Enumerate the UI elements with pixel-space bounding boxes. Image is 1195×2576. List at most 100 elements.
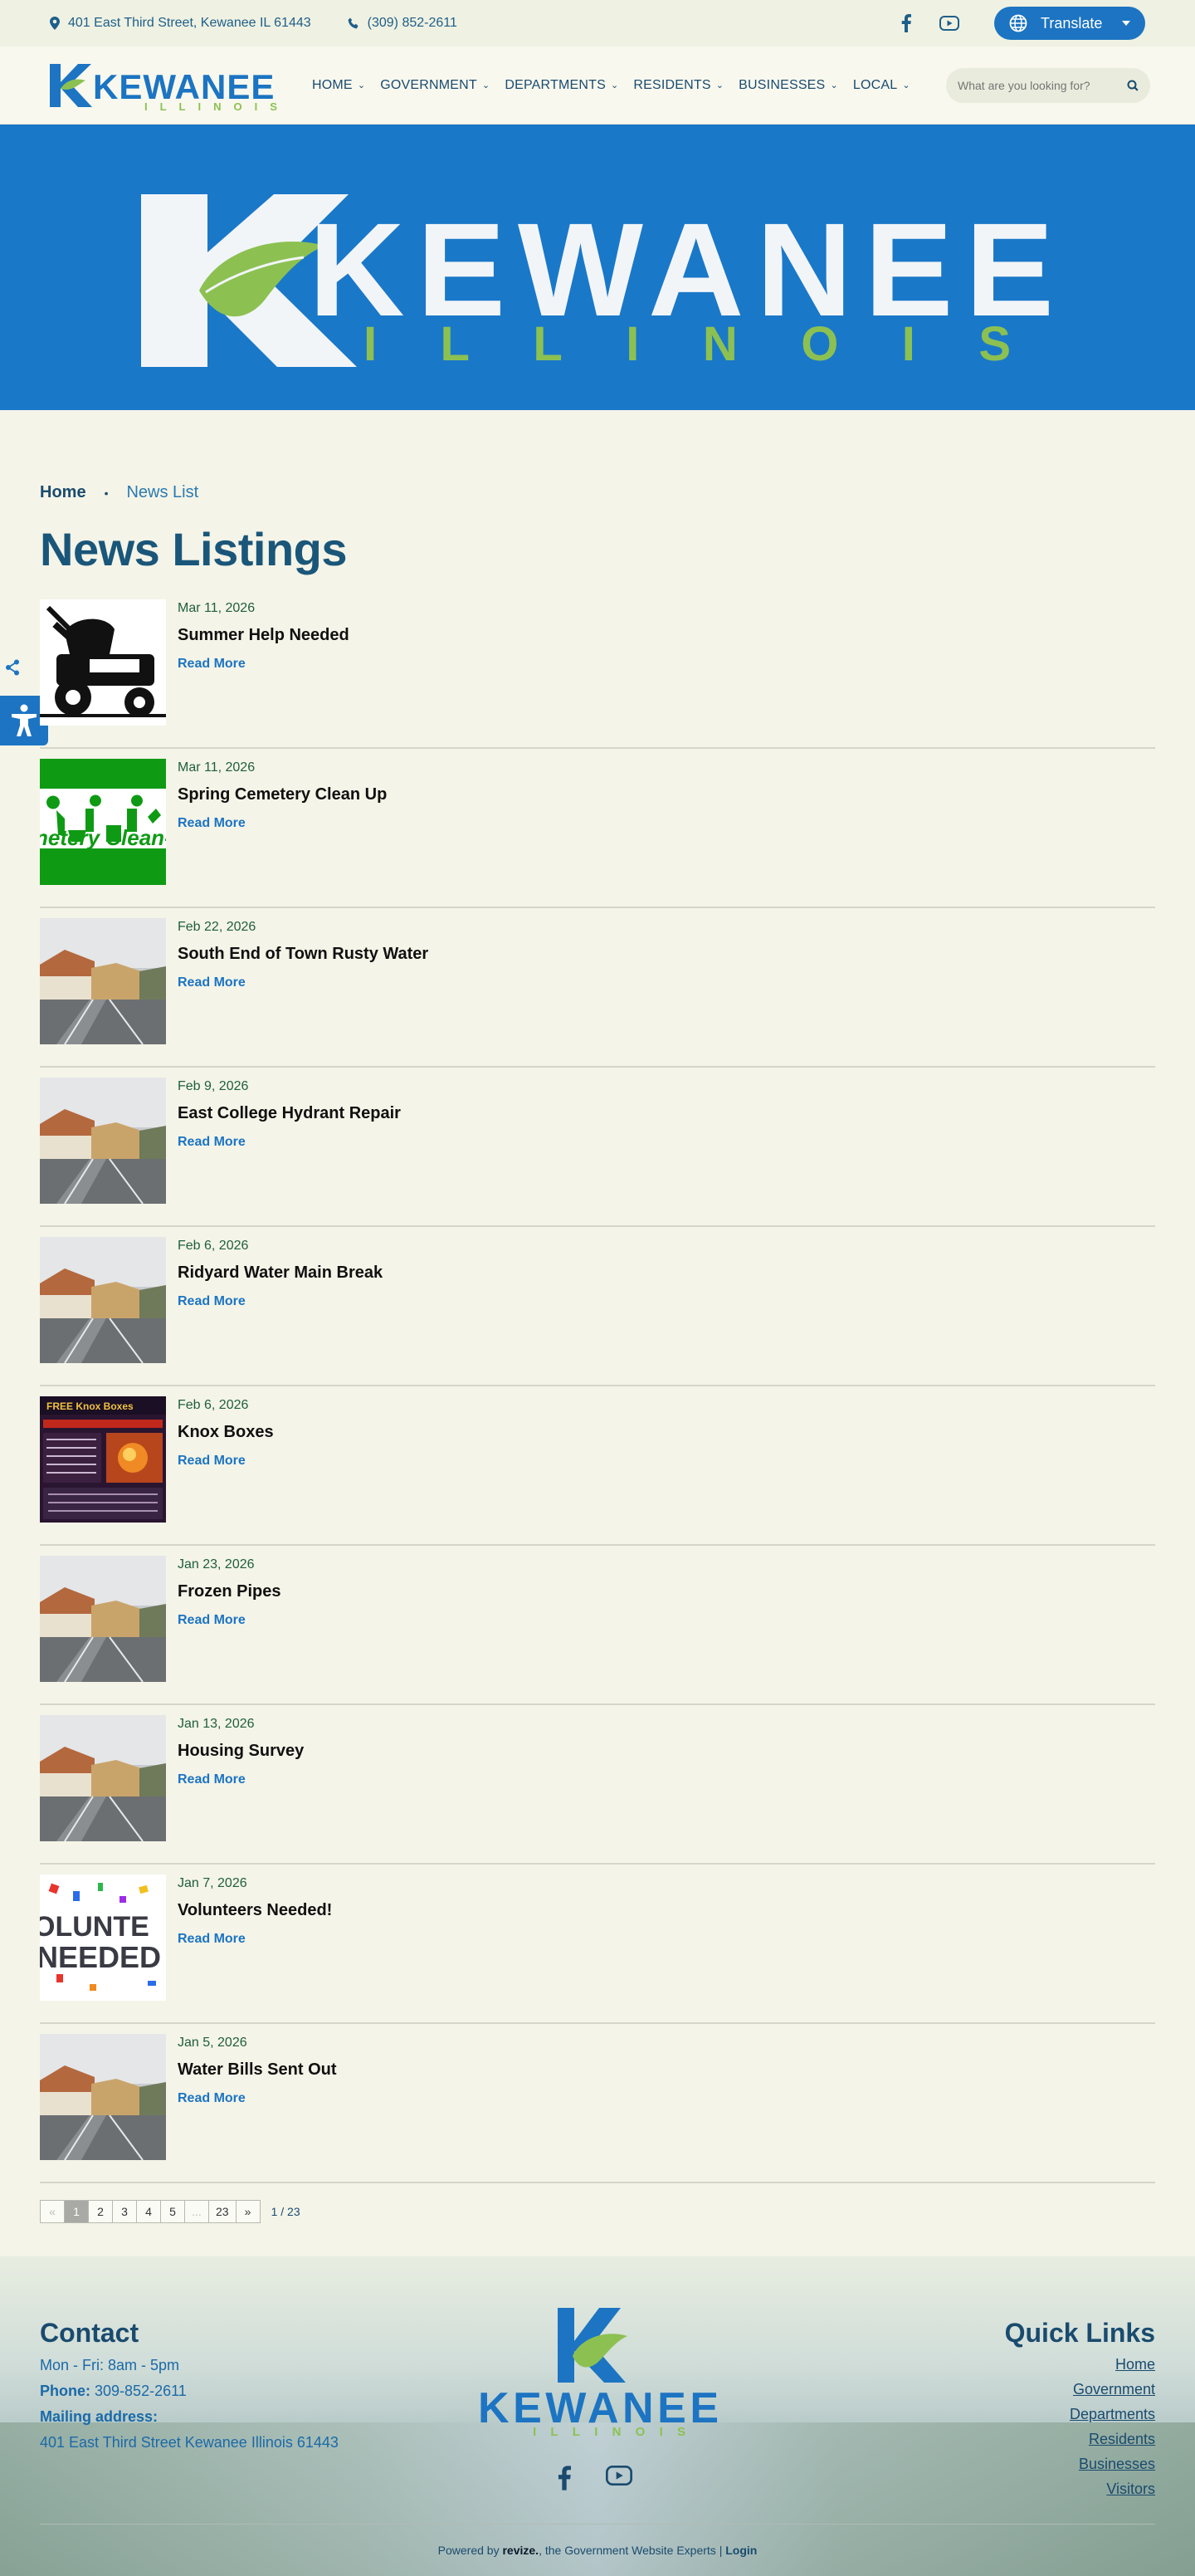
volunteers-image: OLUNTE NEEDED bbox=[40, 1875, 166, 2001]
pagination-ellipsis: ... bbox=[184, 2200, 209, 2223]
phone-link[interactable]: (309) 852-2611 bbox=[348, 16, 457, 31]
mailing-label-line: Mailing address: bbox=[40, 2408, 339, 2426]
news-date: Mar 11, 2026 bbox=[178, 601, 256, 615]
read-more-link[interactable]: Read More bbox=[178, 1294, 246, 1309]
volunteers-thumb-text-1: OLUNTE bbox=[40, 1911, 149, 1943]
footer-logo[interactable]: KEWANEE ILLINOIS bbox=[478, 2305, 719, 2437]
pagination-page[interactable]: 23 bbox=[208, 2200, 237, 2223]
news-thumbnail-cemetery[interactable]: netery Clean- bbox=[40, 759, 166, 885]
street-photo bbox=[40, 1715, 166, 1841]
nav-home[interactable]: HOME ⌄ bbox=[312, 78, 365, 93]
read-more-link[interactable]: Read More bbox=[178, 975, 246, 990]
pagination-page[interactable]: 1 bbox=[64, 2200, 89, 2223]
breadcrumb-home[interactable]: Home bbox=[40, 483, 86, 502]
news-title[interactable]: Housing Survey bbox=[178, 1742, 304, 1761]
read-more-link[interactable]: Read More bbox=[178, 816, 246, 831]
share-tab[interactable] bbox=[0, 648, 25, 687]
read-more-link[interactable]: Read More bbox=[178, 2091, 246, 2106]
quick-link-visitors[interactable]: Visitors bbox=[1005, 2481, 1155, 2498]
powered-brand[interactable]: revize. bbox=[502, 2544, 539, 2557]
news-title[interactable]: Ridyard Water Main Break bbox=[178, 1264, 383, 1283]
nav-local[interactable]: LOCAL ⌄ bbox=[853, 78, 910, 93]
news-thumbnail-volunteers[interactable]: OLUNTE NEEDED bbox=[40, 1875, 166, 2001]
read-more-link[interactable]: Read More bbox=[178, 657, 246, 672]
news-thumbnail-knox[interactable]: FREE Knox Boxes bbox=[40, 1396, 166, 1523]
quick-link-departments[interactable]: Departments bbox=[1005, 2406, 1155, 2423]
news-title[interactable]: South End of Town Rusty Water bbox=[178, 945, 428, 964]
powered-prefix: Powered by bbox=[437, 2544, 500, 2557]
accessibility-icon bbox=[12, 704, 37, 736]
nav-businesses[interactable]: BUSINESSES ⌄ bbox=[739, 78, 838, 93]
news-thumbnail-street[interactable] bbox=[40, 918, 166, 1044]
quick-link-government[interactable]: Government bbox=[1005, 2381, 1155, 2398]
translate-button[interactable]: Translate bbox=[994, 7, 1145, 40]
pagination-page[interactable]: 4 bbox=[136, 2200, 161, 2223]
read-more-link[interactable]: Read More bbox=[178, 1772, 246, 1787]
youtube-icon[interactable] bbox=[606, 2466, 632, 2486]
news-thumbnail-mower[interactable] bbox=[40, 599, 166, 726]
pagination-prev[interactable]: « bbox=[40, 2200, 65, 2223]
footer-divider bbox=[40, 2524, 1155, 2525]
nav-label: HOME bbox=[312, 77, 353, 92]
pagination-page[interactable]: 5 bbox=[160, 2200, 185, 2223]
street-photo bbox=[40, 1078, 166, 1204]
share-icon bbox=[6, 659, 19, 676]
lawn-mower-image bbox=[40, 599, 166, 726]
search-input[interactable] bbox=[958, 78, 1127, 92]
breadcrumb: Home • News List bbox=[40, 483, 1155, 502]
quick-link-home[interactable]: Home bbox=[1005, 2356, 1155, 2373]
news-thumbnail-street[interactable] bbox=[40, 1237, 166, 1363]
read-more-link[interactable]: Read More bbox=[178, 1135, 246, 1150]
nav-residents[interactable]: RESIDENTS ⌄ bbox=[633, 78, 724, 93]
read-more-link[interactable]: Read More bbox=[178, 1613, 246, 1628]
mailing-address: 401 East Third Street Kewanee Illinois 6… bbox=[40, 2434, 339, 2451]
news-title[interactable]: Knox Boxes bbox=[178, 1423, 274, 1442]
phone-label: Phone: bbox=[40, 2383, 90, 2399]
footer-contact: Contact Mon - Fri: 8am - 5pm Phone: 309-… bbox=[40, 2318, 339, 2451]
news-title[interactable]: Spring Cemetery Clean Up bbox=[178, 785, 387, 804]
pagination-next[interactable]: » bbox=[235, 2200, 261, 2223]
news-thumbnail-street[interactable] bbox=[40, 1715, 166, 1841]
youtube-icon[interactable] bbox=[939, 16, 959, 31]
news-title[interactable]: East College Hydrant Repair bbox=[178, 1104, 401, 1123]
news-thumbnail-street[interactable] bbox=[40, 2034, 166, 2160]
site-logo[interactable]: KEWANEE ILLINOIS bbox=[45, 59, 282, 112]
search-icon[interactable] bbox=[1127, 80, 1139, 91]
read-more-link[interactable]: Read More bbox=[178, 1932, 246, 1947]
news-date: Jan 23, 2026 bbox=[178, 1557, 255, 1572]
main-content: Home • News List News Listings Mar 11, 2… bbox=[0, 483, 1195, 2223]
banner-logo: KEWANEE ILLINOIS bbox=[141, 194, 1054, 367]
pagination-page[interactable]: 3 bbox=[112, 2200, 137, 2223]
nav-departments[interactable]: DEPARTMENTS ⌄ bbox=[505, 78, 618, 93]
news-title[interactable]: Water Bills Sent Out bbox=[178, 2060, 337, 2080]
news-item: Jan 5, 2026 Water Bills Sent Out Read Mo… bbox=[40, 2024, 1155, 2183]
news-item: Feb 9, 2026 East College Hydrant Repair … bbox=[40, 1068, 1155, 1227]
quick-link-businesses[interactable]: Businesses bbox=[1005, 2456, 1155, 2473]
news-thumbnail-street[interactable] bbox=[40, 1556, 166, 1682]
quick-link-residents[interactable]: Residents bbox=[1005, 2431, 1155, 2448]
news-title[interactable]: Summer Help Needed bbox=[178, 626, 349, 645]
translate-label: Translate bbox=[1041, 14, 1103, 32]
cemetery-cleanup-image: netery Clean- bbox=[40, 759, 166, 885]
phone-icon bbox=[348, 17, 358, 29]
news-date: Mar 11, 2026 bbox=[178, 760, 256, 775]
pagination-page[interactable]: 2 bbox=[88, 2200, 113, 2223]
address-link[interactable]: 401 East Third Street, Kewanee IL 61443 bbox=[50, 16, 311, 31]
nav-government[interactable]: GOVERNMENT ⌄ bbox=[380, 78, 490, 93]
caret-down-icon bbox=[1122, 21, 1130, 26]
news-title[interactable]: Frozen Pipes bbox=[178, 1582, 280, 1601]
footer-logo-sub: ILLINOIS bbox=[533, 2425, 699, 2437]
top-bar: 401 East Third Street, Kewanee IL 61443 … bbox=[0, 0, 1195, 46]
banner-logo-sub: ILLINOIS bbox=[363, 317, 1044, 367]
nav-label: LOCAL bbox=[852, 77, 898, 92]
read-more-link[interactable]: Read More bbox=[178, 1454, 246, 1469]
chevron-down-icon: ⌄ bbox=[902, 81, 910, 90]
login-link[interactable]: Login bbox=[725, 2544, 757, 2557]
facebook-icon[interactable] bbox=[901, 14, 911, 32]
contact-phone[interactable]: 309-852-2611 bbox=[95, 2383, 187, 2399]
news-title[interactable]: Volunteers Needed! bbox=[178, 1901, 332, 1920]
news-thumbnail-street[interactable] bbox=[40, 1078, 166, 1204]
news-date: Feb 9, 2026 bbox=[178, 1079, 249, 1093]
facebook-icon[interactable] bbox=[558, 2466, 571, 2490]
powered-by: Powered by revize., the Government Websi… bbox=[0, 2544, 1195, 2557]
